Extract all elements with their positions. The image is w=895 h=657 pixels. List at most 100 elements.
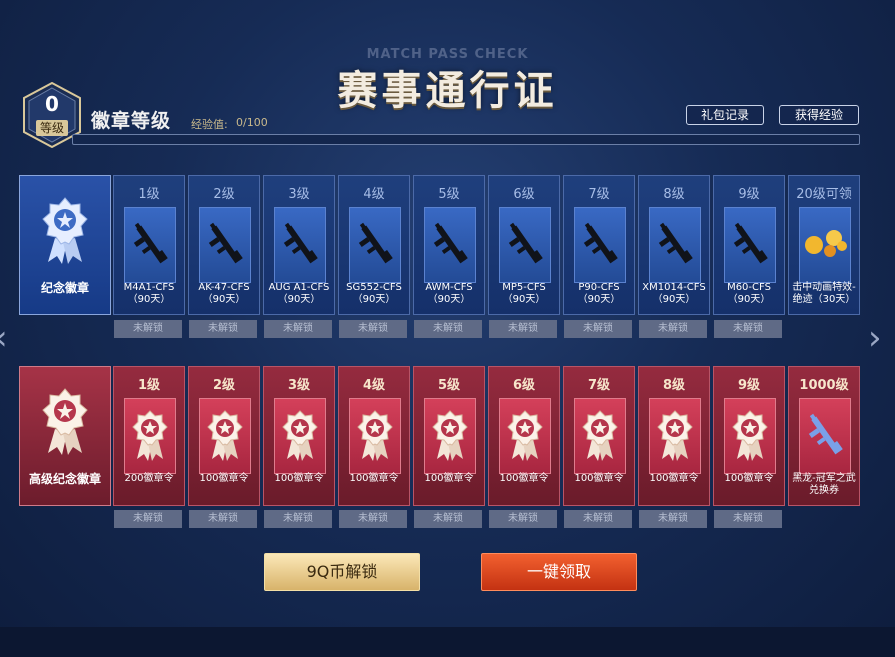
basic-reward-card-9[interactable]: 9级 M60-CFS （90天） xyxy=(713,175,785,315)
level-caption: 等级 xyxy=(36,120,68,136)
locked-status-label: 未解锁 xyxy=(564,510,632,528)
reward-duration: （90天） xyxy=(727,294,771,305)
basic-reward-card-1[interactable]: 1级 M4A1-CFS （90天） xyxy=(113,175,185,315)
basic-reward-card-4[interactable]: 4级 SG552-CFS （90天） xyxy=(338,175,410,315)
shotgun-icon xyxy=(649,207,701,283)
reward-name: AK-47-CFS （90天） xyxy=(198,282,250,305)
rank-title: 徽章等级 xyxy=(91,110,172,132)
rifle-icon xyxy=(124,207,176,283)
rifle-icon xyxy=(799,398,851,474)
locked-status-label: 未解锁 xyxy=(639,320,707,338)
medal-icon xyxy=(124,398,176,474)
premium-reward-card-10[interactable]: 1000级 黑龙-冠军之武 兑换券 xyxy=(788,366,860,506)
bottom-strip xyxy=(0,627,895,657)
premium-reward-card-1[interactable]: 1级 200徽章令 xyxy=(113,366,185,506)
locked-status-label: 未解锁 xyxy=(189,320,257,338)
reward-level: 6级 xyxy=(513,187,535,202)
reward-duration: 兑换券 xyxy=(809,485,839,496)
locked-status-label: 未解锁 xyxy=(339,320,407,338)
exp-value: 0/100 xyxy=(236,116,268,129)
reward-level: 1级 xyxy=(138,187,160,202)
reward-level: 9级 xyxy=(738,187,760,202)
medal-icon xyxy=(649,398,701,474)
reward-name: 100徽章令 xyxy=(649,473,699,484)
reward-duration: （90天） xyxy=(427,294,471,305)
reward-name: AWM-CFS （90天） xyxy=(425,282,473,305)
reward-duration: （90天） xyxy=(202,294,246,305)
medal-icon xyxy=(42,197,88,264)
reward-level: 2级 xyxy=(213,187,235,202)
reward-level: 3级 xyxy=(288,187,310,202)
locked-status-label: 未解锁 xyxy=(339,510,407,528)
locked-status-label: 未解锁 xyxy=(639,510,707,528)
locked-status-label: 未解锁 xyxy=(489,510,557,528)
basic-reward-card-6[interactable]: 6级 MP5-CFS （90天） xyxy=(488,175,560,315)
reward-level: 7级 xyxy=(587,378,611,393)
claim-all-button[interactable]: 一键领取 xyxy=(481,553,637,591)
reward-level: 8级 xyxy=(662,378,686,393)
basic-row-label: 纪念徽章 xyxy=(40,281,89,295)
reward-level: 1000级 xyxy=(799,378,849,393)
unlock-with-qcoin-button[interactable]: 9Q币解锁 xyxy=(264,553,420,591)
reward-level: 5级 xyxy=(437,378,461,393)
get-exp-button[interactable]: 获得经验 xyxy=(779,105,859,125)
medal-icon xyxy=(199,398,251,474)
rifle-icon xyxy=(349,207,401,283)
machinegun-icon xyxy=(724,207,776,283)
locked-status-label: 未解锁 xyxy=(414,510,482,528)
exp-label: 经验值: xyxy=(191,118,228,131)
reward-name: P90-CFS （90天） xyxy=(577,282,621,305)
reward-name: 100徽章令 xyxy=(274,473,324,484)
premium-reward-card-8[interactable]: 8级 100徽章令 xyxy=(638,366,710,506)
premium-reward-card-4[interactable]: 4级 100徽章令 xyxy=(338,366,410,506)
medal-icon xyxy=(724,398,776,474)
premium-reward-card-3[interactable]: 3级 100徽章令 xyxy=(263,366,335,506)
premium-reward-card-9[interactable]: 9级 100徽章令 xyxy=(713,366,785,506)
locked-status-label: 未解锁 xyxy=(114,510,182,528)
locked-status-label: 未解锁 xyxy=(264,320,332,338)
next-page-arrow-icon[interactable]: › xyxy=(868,318,882,358)
reward-duration: （90天） xyxy=(577,294,621,305)
reward-level: 20级可领 xyxy=(796,187,852,202)
medal-icon xyxy=(499,398,551,474)
locked-status-label: 未解锁 xyxy=(564,320,632,338)
premium-reward-card-2[interactable]: 2级 100徽章令 xyxy=(188,366,260,506)
premium-reward-card-7[interactable]: 7级 100徽章令 xyxy=(563,366,635,506)
premium-reward-card-5[interactable]: 5级 100徽章令 xyxy=(413,366,485,506)
reward-level: 4级 xyxy=(362,378,386,393)
basic-reward-card-5[interactable]: 5级 AWM-CFS （90天） xyxy=(413,175,485,315)
smg-icon xyxy=(574,207,626,283)
medal-icon xyxy=(349,398,401,474)
reward-name: 200徽章令 xyxy=(124,473,174,484)
reward-duration: （90天） xyxy=(502,294,546,305)
locked-status-label: 未解锁 xyxy=(114,320,182,338)
basic-reward-card-10[interactable]: 20级可领 击中动画特效- 绝迹（30天） xyxy=(788,175,860,315)
basic-badge-row-head: 纪念徽章 xyxy=(19,175,111,315)
premium-reward-card-6[interactable]: 6级 100徽章令 xyxy=(488,366,560,506)
smg-icon xyxy=(499,207,551,283)
rifle-icon xyxy=(199,207,251,283)
reward-level: 3级 xyxy=(287,378,311,393)
basic-reward-card-2[interactable]: 2级 AK-47-CFS （90天） xyxy=(188,175,260,315)
sniper-icon xyxy=(424,207,476,283)
reward-level: 2级 xyxy=(212,378,236,393)
reward-name: 100徽章令 xyxy=(349,473,399,484)
exp-progress-bar xyxy=(72,134,860,145)
reward-name: M60-CFS （90天） xyxy=(727,282,771,305)
reward-duration: （90天） xyxy=(277,294,321,305)
medal-icon xyxy=(42,388,88,455)
premium-row-label: 高级纪念徽章 xyxy=(28,472,101,486)
prev-page-arrow-icon[interactable]: ‹ xyxy=(0,318,8,358)
gift-log-button[interactable]: 礼包记录 xyxy=(686,105,764,125)
reward-name: AUG A1-CFS （90天） xyxy=(268,282,330,305)
basic-reward-card-7[interactable]: 7级 P90-CFS （90天） xyxy=(563,175,635,315)
medal-icon xyxy=(424,398,476,474)
basic-reward-card-8[interactable]: 8级 XM1014-CFS （90天） xyxy=(638,175,710,315)
reward-duration: （90天） xyxy=(652,294,696,305)
basic-reward-card-3[interactable]: 3级 AUG A1-CFS （90天） xyxy=(263,175,335,315)
reward-name: SG552-CFS （90天） xyxy=(346,282,402,305)
reward-level: 8级 xyxy=(663,187,685,202)
reward-level: 9级 xyxy=(737,378,761,393)
locked-status-label: 未解锁 xyxy=(189,510,257,528)
reward-name: XM1014-CFS （90天） xyxy=(642,282,706,305)
